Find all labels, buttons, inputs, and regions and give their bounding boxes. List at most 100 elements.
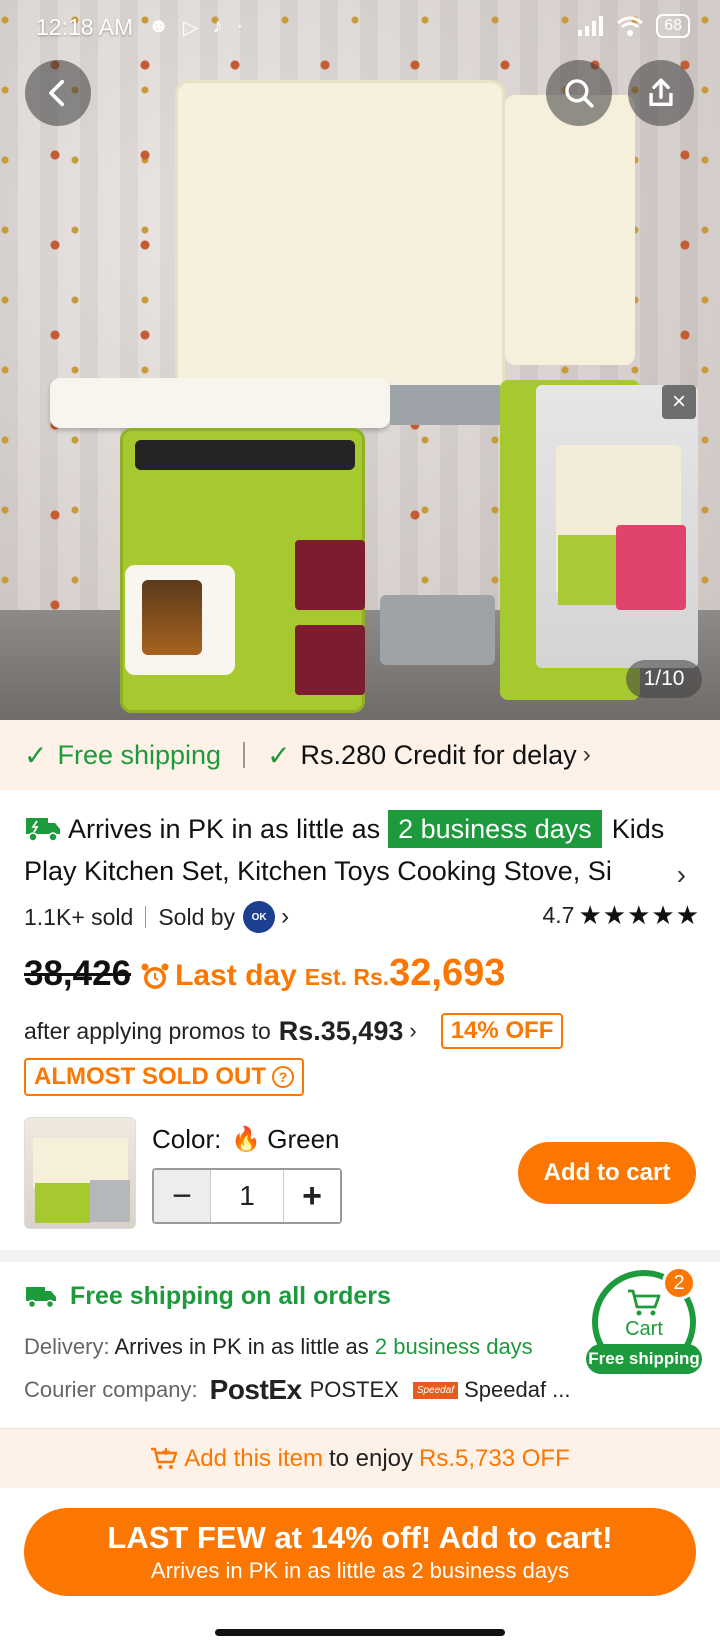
flame-icon: 🔥	[231, 1126, 262, 1153]
free-shipping-all-orders[interactable]: Free shipping on all orders	[24, 1282, 391, 1311]
battery-indicator: 68	[656, 14, 690, 38]
notification-icons: ☻ ▷ ♪ ·	[148, 15, 243, 40]
delivery-text: Arrives in PK in as little as	[114, 1334, 369, 1359]
preview-kitchen-green	[558, 535, 618, 605]
home-indicator[interactable]	[215, 1629, 505, 1636]
oven-window	[142, 580, 202, 655]
rating-value: 4.7	[542, 902, 575, 928]
delivery-row: Delivery: Arrives in PK in as little as …	[24, 1334, 533, 1360]
wifi-icon	[617, 16, 644, 36]
divider	[243, 742, 246, 768]
divider	[145, 906, 147, 928]
kitchen-counter	[50, 378, 390, 428]
decrease-quantity-button[interactable]: −	[154, 1170, 210, 1222]
thumb-kitchen-grey	[90, 1180, 130, 1222]
cart-count-badge: 2	[662, 1266, 696, 1300]
add-on-promo-strip[interactable]: Add this item to enjoy Rs.5,733 OFF	[0, 1428, 720, 1488]
increase-quantity-button[interactable]: +	[284, 1170, 340, 1222]
sales-meta-row: 1.1K+ sold Sold by OK › 4.7 ★★★★★	[24, 900, 700, 934]
free-shipping-all-label: Free shipping on all orders	[70, 1282, 391, 1310]
back-button[interactable]	[25, 60, 91, 126]
title-rest: Play Kitchen Set, Kitchen Toys Cooking S…	[24, 856, 612, 886]
play-icon: ▷	[183, 17, 199, 39]
search-button[interactable]	[546, 60, 612, 126]
cart-label: Cart	[625, 1318, 663, 1340]
color-label: Color:	[152, 1124, 222, 1154]
truck-icon	[26, 1286, 56, 1308]
kitchen-display	[135, 440, 355, 470]
delivery-label: Delivery:	[24, 1334, 110, 1359]
postex-logo: PostEx	[209, 1374, 302, 1405]
image-counter: 1/10	[626, 660, 702, 698]
arrival-days-badge: 2 business days	[388, 810, 602, 848]
close-preview-button[interactable]: ×	[662, 385, 696, 419]
title-start: Kids	[611, 814, 665, 844]
sold-by-label[interactable]: Sold by	[158, 904, 235, 931]
promo-text: after applying promos to	[24, 1017, 271, 1044]
dot-icon: ·	[236, 15, 244, 37]
seller-logo-icon[interactable]: OK	[243, 901, 276, 933]
quantity-stepper[interactable]: − 1 +	[152, 1168, 342, 1224]
kitchen-drawer	[295, 625, 365, 695]
cta-main-text: LAST FEW at 14% off! Add to cart!	[107, 1520, 613, 1555]
chevron-left-icon	[49, 79, 65, 107]
signal-icon	[578, 16, 604, 36]
preview-kitchen-red	[616, 525, 686, 610]
courier-speedaf: Speedaf ...	[464, 1377, 571, 1402]
star-rating-icon: ★★★★★	[578, 900, 700, 930]
kitchen-sink-counter	[390, 385, 500, 425]
cta-sub-text: Arrives in PK in as little as 2 business…	[150, 1558, 570, 1583]
rating[interactable]: 4.7 ★★★★★	[542, 900, 700, 931]
thumb-kitchen-green	[35, 1183, 90, 1223]
kitchen-side-panel	[505, 95, 635, 365]
add-to-cart-button[interactable]: Add to cart	[518, 1142, 696, 1204]
add-to-cart-cta-button[interactable]: LAST FEW at 14% off! Add to cart! Arrive…	[24, 1508, 696, 1596]
section-divider	[0, 1250, 720, 1262]
almost-sold-out-badge[interactable]: ALMOST SOLD OUT ?	[24, 1058, 304, 1096]
product-title[interactable]: Arrives in PK in as little as 2 business…	[24, 808, 700, 892]
quantity-value[interactable]: 1	[210, 1170, 284, 1222]
snapchat-icon: ☻	[148, 15, 170, 37]
original-price: 38,426	[24, 954, 132, 993]
variant-thumbnail[interactable]	[24, 1117, 136, 1229]
shopping-cart-icon	[628, 1289, 661, 1316]
alarm-clock-icon	[141, 963, 169, 989]
color-value: Green	[267, 1124, 340, 1154]
chevron-right-icon: ›	[281, 903, 290, 930]
check-icon: ✓	[24, 739, 48, 771]
tiktok-icon: ♪	[212, 15, 223, 37]
share-button[interactable]	[628, 60, 694, 126]
shipping-benefits-strip[interactable]: ✓ Free shipping ✓ Rs.280 Credit for dela…	[0, 720, 720, 790]
cart-free-shipping-label: Free shipping	[586, 1344, 702, 1374]
fast-delivery-truck-icon	[26, 818, 60, 842]
addon-lead: Add this item	[184, 1444, 323, 1472]
stock-label: ALMOST SOLD OUT	[34, 1063, 266, 1090]
add-to-cart-icon	[151, 1447, 178, 1469]
status-time: 12:18 AM	[36, 14, 134, 40]
arrival-prefix: Arrives in PK in as little as	[68, 814, 381, 844]
courier-row: Courier company: PostEx POSTEX Speedaf S…	[24, 1374, 571, 1406]
delay-credit-label: Rs.280 Credit for delay	[300, 739, 577, 770]
price-row: 38,426 Last day Est. Rs. 32,693	[24, 952, 505, 1002]
courier-label: Courier company:	[24, 1377, 198, 1402]
delivery-days: 2 business days	[374, 1334, 533, 1359]
system-icons: 68	[578, 14, 690, 38]
sale-price: 32,693	[389, 952, 506, 994]
check-icon: ✓	[267, 739, 291, 771]
search-icon	[565, 79, 594, 108]
color-selection[interactable]: Color: 🔥 Green	[152, 1124, 340, 1155]
est-label: Est. Rs.	[304, 964, 390, 990]
video-preview-thumbnail[interactable]	[536, 385, 698, 668]
last-day-label: Last day	[175, 959, 297, 992]
sold-count: 1.1K+ sold	[24, 903, 134, 930]
chevron-right-icon: ›	[409, 1018, 417, 1043]
floating-cart-button[interactable]: Cart 2 Free shipping	[586, 1266, 702, 1374]
addon-middle: to enjoy	[328, 1444, 414, 1472]
addon-discount: Rs.5,733 OFF	[419, 1444, 570, 1472]
status-bar: 12:18 AM ☻ ▷ ♪ · 68	[0, 0, 720, 54]
chevron-right-icon: ›	[582, 741, 591, 768]
chevron-right-icon: ›	[676, 859, 686, 890]
promo-row[interactable]: after applying promos to Rs.35,493 › 14%…	[24, 1010, 564, 1052]
discount-badge: 14% OFF	[440, 1013, 564, 1049]
close-icon: ×	[671, 388, 686, 415]
